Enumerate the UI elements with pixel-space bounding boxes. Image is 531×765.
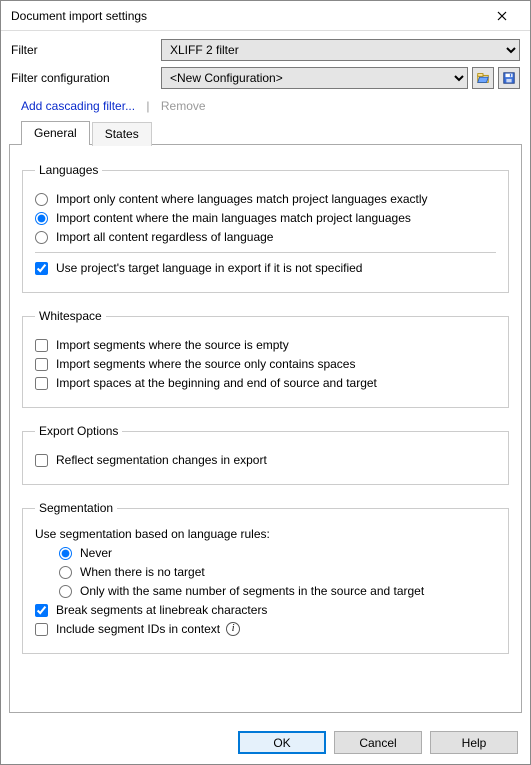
close-icon <box>497 11 507 21</box>
export-reflect-seg-checkbox[interactable] <box>35 454 48 467</box>
languages-radio-main[interactable] <box>35 212 48 225</box>
link-separator: | <box>146 99 149 113</box>
languages-radio-all-label: Import all content regardless of languag… <box>56 230 273 244</box>
dialog-button-bar: OK Cancel Help <box>1 721 530 764</box>
seg-radio-no-target-label: When there is no target <box>80 565 205 579</box>
languages-legend: Languages <box>35 163 102 177</box>
save-config-button[interactable] <box>498 67 520 89</box>
languages-radio-exact[interactable] <box>35 193 48 206</box>
save-icon <box>502 71 516 85</box>
ws-only-spaces-checkbox[interactable] <box>35 358 48 371</box>
ws-empty-source-checkbox[interactable] <box>35 339 48 352</box>
seg-include-ids-checkbox[interactable] <box>35 623 48 636</box>
tab-general[interactable]: General <box>21 121 90 145</box>
filter-config-label: Filter configuration <box>11 71 161 85</box>
seg-break-linebreak-label: Break segments at linebreak characters <box>56 603 267 617</box>
segmentation-group: Segmentation Use segmentation based on l… <box>22 501 509 654</box>
ws-empty-source-label: Import segments where the source is empt… <box>56 338 289 352</box>
whitespace-group: Whitespace Import segments where the sou… <box>22 309 509 408</box>
segmentation-intro: Use segmentation based on language rules… <box>35 527 496 541</box>
close-button[interactable] <box>482 1 522 31</box>
filter-select[interactable]: XLIFF 2 filter <box>161 39 520 61</box>
window-title: Document import settings <box>11 9 482 23</box>
seg-include-ids-label: Include segment IDs in context <box>56 622 220 636</box>
info-icon[interactable]: i <box>226 622 240 636</box>
languages-radio-main-label: Import content where the main languages … <box>56 211 411 225</box>
seg-radio-never-label: Never <box>80 546 112 560</box>
export-reflect-seg-label: Reflect segmentation changes in export <box>56 453 267 467</box>
ok-button[interactable]: OK <box>238 731 326 754</box>
folder-open-icon <box>476 71 490 85</box>
add-cascading-filter-link[interactable]: Add cascading filter... <box>21 99 135 113</box>
use-project-target-lang-checkbox[interactable] <box>35 262 48 275</box>
seg-radio-no-target[interactable] <box>59 566 72 579</box>
segmentation-legend: Segmentation <box>35 501 117 515</box>
languages-radio-exact-label: Import only content where languages matc… <box>56 192 428 206</box>
use-project-target-lang-label: Use project's target language in export … <box>56 261 362 275</box>
languages-group: Languages Import only content where lang… <box>22 163 509 293</box>
remove-filter-link: Remove <box>161 99 206 113</box>
ws-only-spaces-label: Import segments where the source only co… <box>56 357 355 371</box>
seg-radio-never[interactable] <box>59 547 72 560</box>
tab-states[interactable]: States <box>92 122 152 146</box>
help-button[interactable]: Help <box>430 731 518 754</box>
cancel-button[interactable]: Cancel <box>334 731 422 754</box>
export-group: Export Options Reflect segmentation chan… <box>22 424 509 485</box>
ws-edge-spaces-checkbox[interactable] <box>35 377 48 390</box>
seg-radio-same-count-label: Only with the same number of segments in… <box>80 584 424 598</box>
filter-config-select[interactable]: <New Configuration> <box>161 67 468 89</box>
seg-radio-same-count[interactable] <box>59 585 72 598</box>
ws-edge-spaces-label: Import spaces at the beginning and end o… <box>56 376 377 390</box>
whitespace-legend: Whitespace <box>35 309 106 323</box>
tab-panel-general: Languages Import only content where lang… <box>9 145 522 713</box>
open-config-button[interactable] <box>472 67 494 89</box>
export-legend: Export Options <box>35 424 122 438</box>
languages-radio-all[interactable] <box>35 231 48 244</box>
seg-break-linebreak-checkbox[interactable] <box>35 604 48 617</box>
filter-label: Filter <box>11 43 161 57</box>
